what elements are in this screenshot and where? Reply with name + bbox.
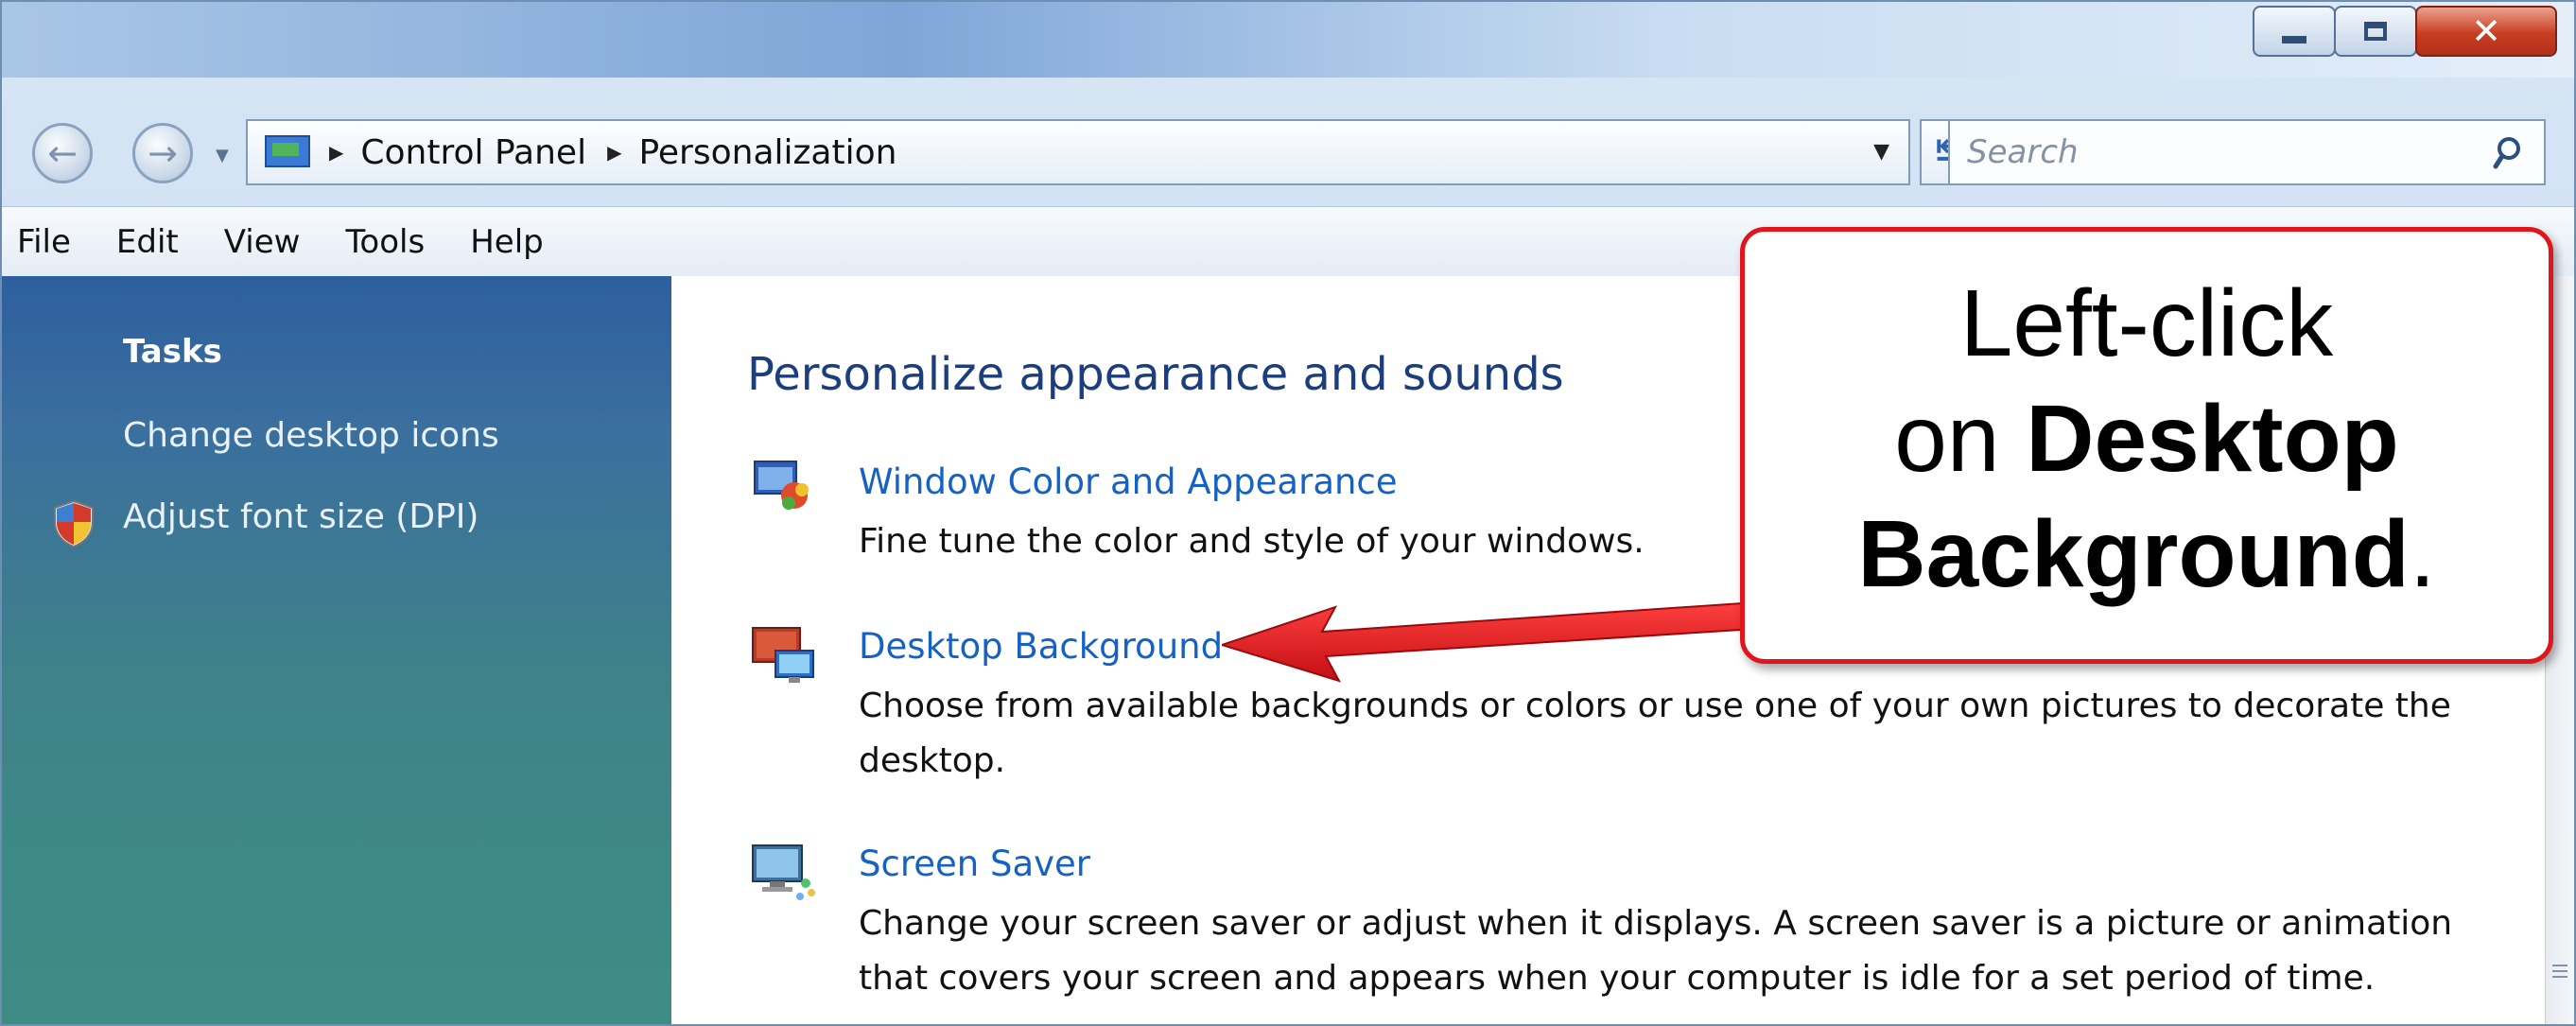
desktop-background-link[interactable]: Desktop Background <box>859 626 1223 667</box>
callout-line-3: Background. <box>1857 501 2436 607</box>
breadcrumb-personalization[interactable]: Personalization <box>638 133 896 172</box>
scrollbar-grip-icon[interactable] <box>2552 965 2567 982</box>
screen-saver-desc: Change your screen saver or adjust when … <box>859 904 2453 998</box>
forward-arrow-icon: → <box>148 132 178 174</box>
control-panel-icon <box>265 133 310 171</box>
recent-pages-dropdown-icon[interactable]: ▼ <box>216 146 229 165</box>
maximize-icon <box>2364 22 2387 41</box>
address-dropdown-icon[interactable]: ▼ <box>1873 140 1889 164</box>
close-button[interactable]: ✕ <box>2415 6 2557 57</box>
task-pane: Tasks Change desktop icons Adjust font s… <box>2 276 671 1024</box>
menu-help[interactable]: Help <box>447 223 566 261</box>
forward-button[interactable]: → <box>132 123 193 183</box>
callout-arrow <box>1222 600 1770 683</box>
address-bar[interactable]: ▶ Control Panel ▶ Personalization ▼ <box>246 119 1910 185</box>
menu-tools[interactable]: Tools <box>322 223 447 261</box>
window-color-icon <box>754 461 809 510</box>
menu-file[interactable]: File <box>2 223 94 261</box>
page-title: Personalize appearance and sounds <box>747 348 1564 401</box>
search-box[interactable] <box>1948 119 2546 185</box>
title-bar[interactable]: ✕ <box>2 2 2574 78</box>
explorer-window: ✕ ← → ▼ ▶ Control Panel ▶ Personalizatio… <box>0 0 2576 1026</box>
menu-edit[interactable]: Edit <box>94 223 201 261</box>
minimize-icon <box>2282 36 2306 43</box>
breadcrumb-control-panel[interactable]: Control Panel <box>360 133 586 172</box>
screen-saver-link[interactable]: Screen Saver <box>859 843 1090 884</box>
screen-saver-icon <box>752 844 815 900</box>
navigation-row: ← → ▼ ▶ Control Panel ▶ Personalization … <box>2 117 2574 189</box>
shield-icon <box>54 499 94 548</box>
menu-view[interactable]: View <box>201 223 323 261</box>
tasks-heading: Tasks <box>123 333 222 371</box>
window-controls: ✕ <box>2253 6 2557 57</box>
callout-line-1: Left-click <box>1959 270 2334 376</box>
instruction-callout: Left-click on Desktop Background. <box>1740 227 2553 664</box>
chevron-right-icon[interactable]: ▶ <box>329 141 343 164</box>
back-button[interactable]: ← <box>32 123 93 183</box>
search-icon[interactable] <box>2493 134 2531 172</box>
minimize-button[interactable] <box>2253 6 2336 57</box>
search-input[interactable] <box>1965 132 2480 172</box>
callout-line-2: on Desktop <box>1894 386 2399 492</box>
back-arrow-icon: ← <box>47 132 78 174</box>
window-color-appearance-link[interactable]: Window Color and Appearance <box>859 461 1398 502</box>
maximize-button[interactable] <box>2334 6 2417 57</box>
sidebar-item-change-desktop-icons[interactable]: Change desktop icons <box>123 416 499 455</box>
sidebar-item-adjust-font-size[interactable]: Adjust font size (DPI) <box>123 497 479 536</box>
chevron-right-icon[interactable]: ▶ <box>607 141 621 164</box>
close-icon: ✕ <box>2471 10 2501 52</box>
desktop-background-desc: Choose from available backgrounds or col… <box>859 687 2451 780</box>
desktop-background-icon <box>752 627 814 683</box>
